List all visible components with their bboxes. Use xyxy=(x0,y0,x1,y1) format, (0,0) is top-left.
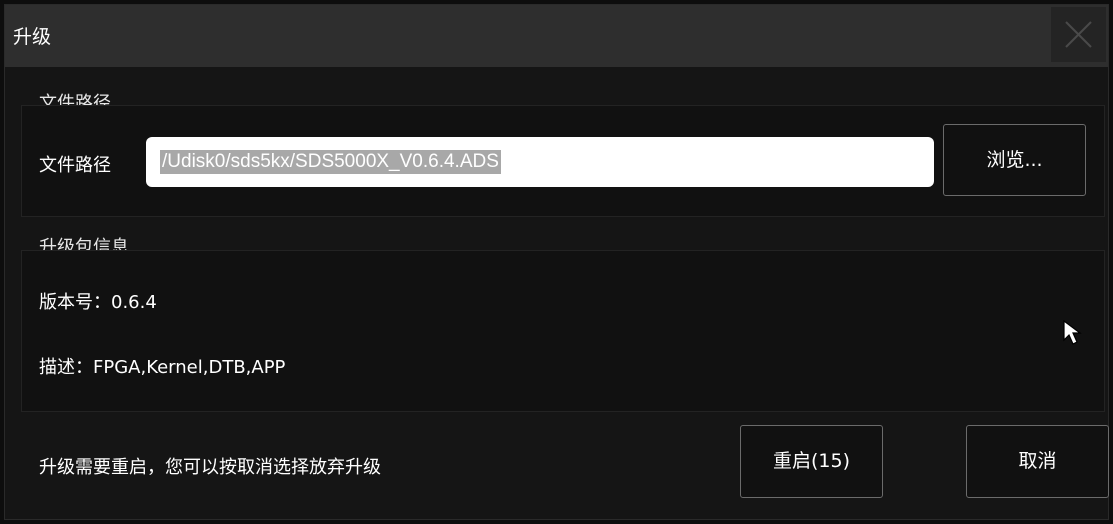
browse-button-label: 浏览... xyxy=(986,149,1043,171)
browse-button[interactable]: 浏览... xyxy=(943,124,1086,196)
cancel-button[interactable]: 取消 xyxy=(966,425,1109,498)
restart-notice: 升级需要重启，您可以按取消选择放弃升级 xyxy=(39,457,381,478)
title-bar: 升级 xyxy=(5,5,1108,67)
package-info-group xyxy=(21,250,1105,412)
restart-button-label: 重启(15) xyxy=(772,450,850,472)
close-icon xyxy=(1065,21,1092,48)
file-path-input[interactable]: /Udisk0/sds5kx/SDS5000X_V0.6.4.ADS xyxy=(146,137,934,187)
mouse-pointer-icon xyxy=(1063,320,1082,345)
restart-button[interactable]: 重启(15) xyxy=(740,425,883,498)
close-button[interactable] xyxy=(1051,7,1106,62)
dialog-title: 升级 xyxy=(13,26,52,48)
version-text: 版本号：0.6.4 xyxy=(39,292,157,313)
description-text: 描述：FPGA,Kernel,DTB,APP xyxy=(39,357,286,378)
file-path-label: 文件路径 xyxy=(39,155,111,176)
upgrade-dialog: 升级 文件路径 文件路径 /Udisk0/sds5kx/SDS5000X_V0.… xyxy=(4,4,1109,520)
file-path-value: /Udisk0/sds5kx/SDS5000X_V0.6.4.ADS xyxy=(160,150,501,174)
cancel-button-label: 取消 xyxy=(1018,450,1057,472)
